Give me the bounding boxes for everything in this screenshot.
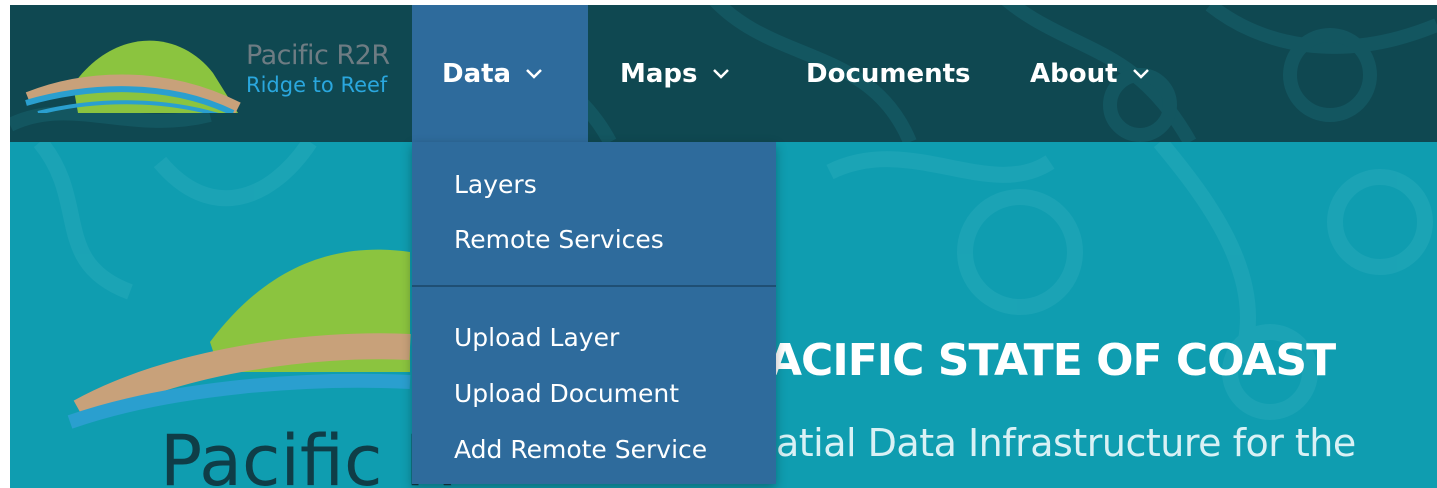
- nav-data[interactable]: Data: [412, 5, 588, 142]
- nav-maps-label: Maps: [620, 58, 698, 89]
- logo-subtitle: Ridge to Reef: [246, 73, 388, 97]
- nav-about-label: About: [1030, 58, 1118, 89]
- hero-title: ACIFIC STATE OF COAST: [768, 335, 1336, 386]
- nav-data-label: Data: [442, 58, 512, 89]
- menu-item-upload-layer[interactable]: Upload Layer: [454, 323, 619, 352]
- site-logo[interactable]: Pacific R2R Ridge to Reef: [18, 23, 418, 113]
- nav-maps[interactable]: Maps: [620, 5, 730, 142]
- logo-title: Pacific R2R: [246, 40, 390, 71]
- menu-item-upload-document[interactable]: Upload Document: [454, 379, 679, 408]
- nav-about[interactable]: About: [1030, 5, 1150, 142]
- menu-item-remote-services[interactable]: Remote Services: [454, 225, 664, 254]
- chevron-down-icon: [526, 68, 542, 79]
- menu-item-add-remote-service[interactable]: Add Remote Service: [454, 435, 707, 464]
- data-dropdown-menu: Layers Remote Services Upload Layer Uplo…: [412, 142, 776, 484]
- nav-documents-label: Documents: [806, 58, 971, 89]
- hero-subtitle: atial Data Infrastructure for the: [776, 421, 1356, 465]
- hero-logo-text: Pacific R: [160, 420, 454, 488]
- page-frame: Pacific R2R Ridge to Reef Data Maps Docu…: [10, 5, 1437, 488]
- pacific-r2r-logo-icon: [25, 40, 241, 113]
- menu-divider: [412, 285, 776, 287]
- chevron-down-icon: [712, 68, 729, 79]
- nav-documents[interactable]: Documents: [806, 5, 971, 142]
- chevron-down-icon: [1132, 68, 1149, 79]
- top-navbar: Pacific R2R Ridge to Reef Data Maps Docu…: [10, 5, 1437, 142]
- menu-item-layers[interactable]: Layers: [454, 170, 537, 199]
